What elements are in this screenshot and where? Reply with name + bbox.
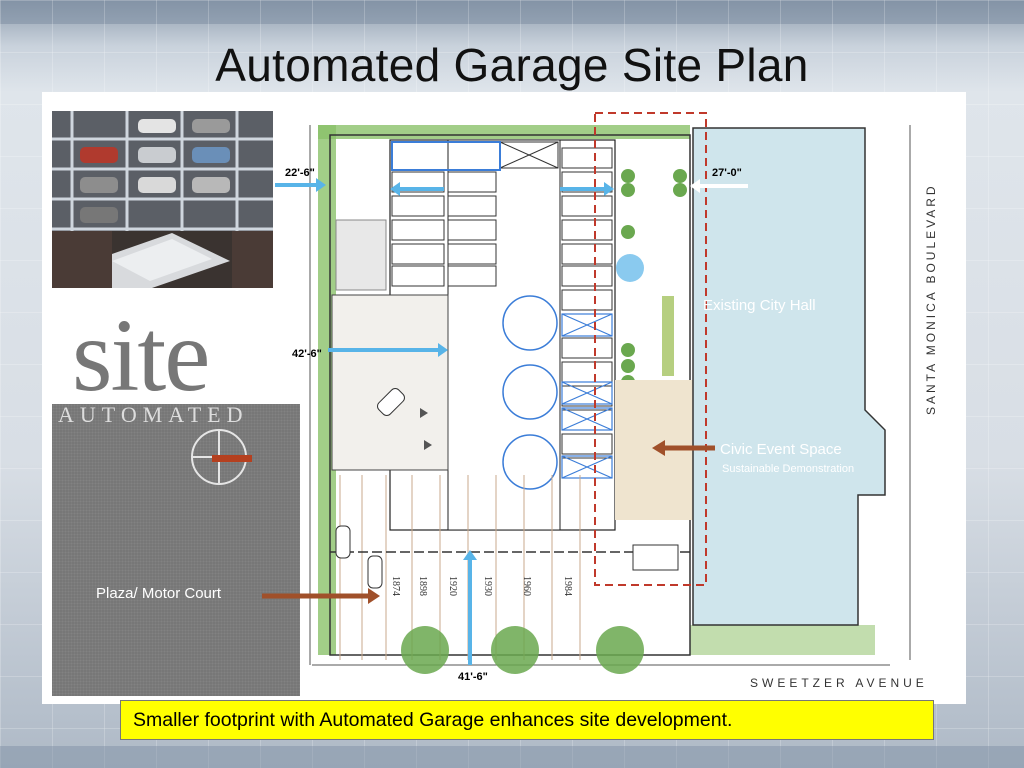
green-strip-south	[690, 625, 875, 655]
dim-top-left: 22'-6"	[285, 167, 315, 179]
caption-text: Smaller footprint with Automated Garage …	[133, 708, 733, 731]
street-south: SWEETZER AVENUE	[750, 676, 928, 690]
green-strip-north	[318, 125, 690, 139]
sustainable-label: Sustainable Demonstration	[722, 463, 854, 475]
dim-top-right: 27'-0"	[712, 167, 742, 179]
lot-number: 1874	[390, 576, 401, 596]
dim-middle-left: 42'-6"	[292, 348, 322, 360]
city-hall-label: Existing City Hall	[703, 297, 816, 314]
existing-city-hall	[692, 127, 886, 626]
lot-number: 1984	[562, 576, 573, 596]
site-plan-drawing: 22'-6" 42'-6" 27'-0" 41'-6" Existing Cit…	[191, 112, 938, 690]
plaza-label: Plaza/ Motor Court	[96, 585, 222, 602]
motor-court	[331, 294, 449, 471]
turntables	[502, 295, 558, 490]
caption-box: Smaller footprint with Automated Garage …	[120, 700, 934, 740]
ramp	[335, 219, 387, 291]
dim-bottom: 41'-6"	[458, 671, 488, 683]
street-east: SANTA MONICA BOULEVARD	[924, 183, 938, 415]
lot-number: 1960	[521, 576, 532, 596]
lot-number: 1898	[417, 576, 428, 596]
crosshair-icon	[191, 429, 252, 485]
civic-event-label: Civic Event Space	[720, 441, 842, 458]
plaza-trees	[401, 626, 644, 674]
lot-number: 1920	[447, 576, 458, 596]
lot-number: 1930	[482, 576, 493, 596]
